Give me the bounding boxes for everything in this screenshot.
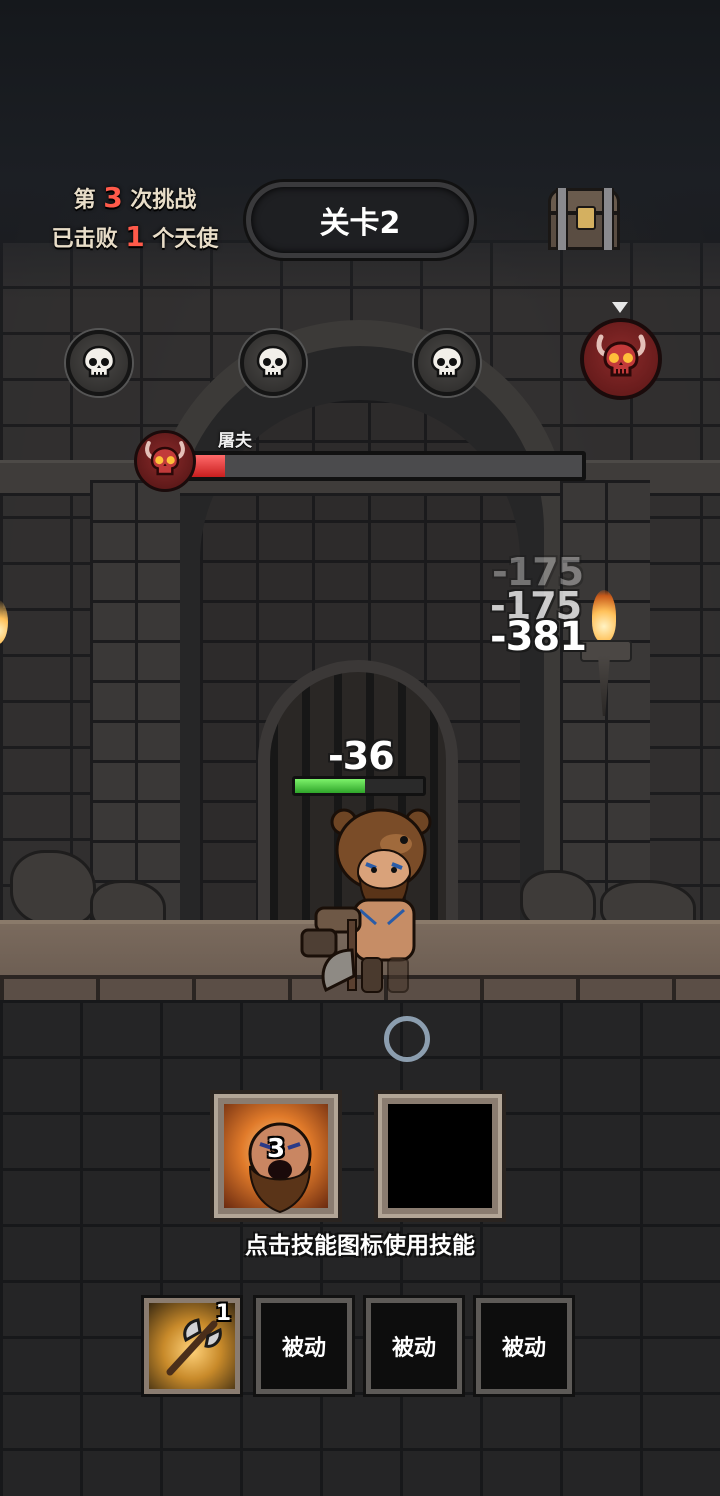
hero-damage-number: -36 <box>328 734 395 778</box>
challenge-count-line: 第 3 次挑战 <box>30 180 240 219</box>
treasure-chest-icon[interactable] <box>548 188 620 250</box>
passive-skill-slot-3[interactable]: 被动 <box>366 1298 462 1394</box>
left-pillar <box>90 480 180 940</box>
skill-charge-count: 3 <box>266 1134 286 1164</box>
challenge-prefix: 第 <box>73 188 96 213</box>
hero-hp-fill <box>295 779 366 793</box>
hero-health-bar <box>292 776 426 796</box>
skull-icon <box>82 345 116 378</box>
damage-number: -381 <box>490 614 587 660</box>
skill-hint-text: 点击技能图标使用技能 <box>245 1233 475 1259</box>
rubble <box>10 850 96 926</box>
hero-character <box>296 800 446 1000</box>
boss-portrait <box>134 430 196 492</box>
enemy-node-boss <box>580 318 662 400</box>
passive-slot-label: 被动 <box>391 1336 436 1361</box>
boss-health-bar: 屠夫 <box>134 420 594 500</box>
boss-hp-track <box>186 451 586 481</box>
demon-skull-icon <box>145 441 185 476</box>
active-skill-slot-1[interactable]: 3 <box>210 1090 342 1222</box>
passive-slot-label: 被动 <box>501 1336 546 1361</box>
defeated-count: 1 <box>125 220 145 253</box>
defeated-prefix: 已击败 <box>51 227 118 252</box>
passive-skill-level: 1 <box>215 1301 231 1326</box>
defeated-suffix: 个天使 <box>152 227 219 252</box>
current-node-pointer-icon <box>612 302 628 313</box>
challenge-info: 第 3 次挑战 已击败 1 个天使 <box>30 180 240 258</box>
bear-warrior-icon <box>300 808 432 993</box>
enemy-node-1 <box>66 330 132 396</box>
passive-slot-label: 被动 <box>281 1336 326 1361</box>
enemy-progress-track <box>0 300 720 410</box>
passive-skill-slot-1[interactable]: 1 <box>144 1298 240 1394</box>
empty-skill-slot <box>388 1104 492 1208</box>
passive-skill-slot-2[interactable]: 被动 <box>256 1298 352 1394</box>
stage-title-text: 关卡2 <box>319 206 401 241</box>
defeated-count-line: 已击败 1 个天使 <box>30 219 240 258</box>
skull-icon <box>256 345 290 378</box>
boss-name: 屠夫 <box>218 431 252 451</box>
wall-torch-icon <box>580 590 632 720</box>
challenge-suffix: 次挑战 <box>130 188 197 213</box>
challenge-count: 3 <box>103 181 123 214</box>
enemy-node-3 <box>414 330 480 396</box>
passive-skill-slot-4[interactable]: 被动 <box>476 1298 572 1394</box>
enemy-node-2 <box>240 330 306 396</box>
target-ring-icon <box>384 1016 430 1062</box>
demon-skull-icon <box>596 334 646 377</box>
stage-title: 关卡2 <box>246 182 474 258</box>
skull-icon <box>430 345 464 378</box>
active-skill-slot-2[interactable] <box>374 1090 506 1222</box>
wall-torch-left-icon <box>0 600 16 680</box>
